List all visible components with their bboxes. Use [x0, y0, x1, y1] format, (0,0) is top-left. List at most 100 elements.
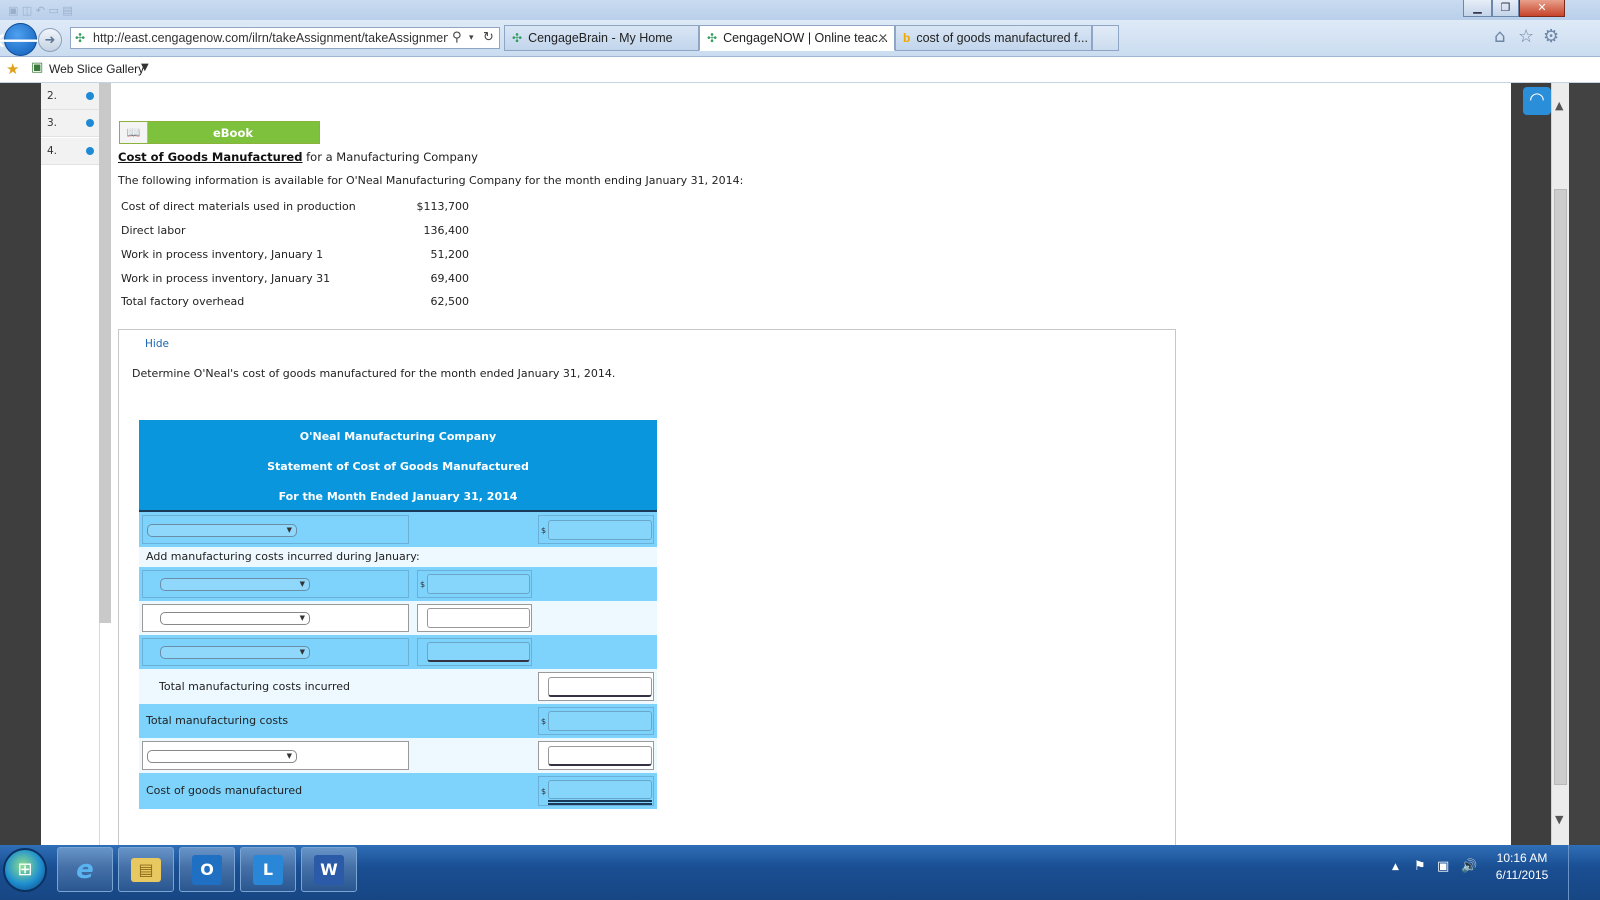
network-icon[interactable]: ▣: [1437, 859, 1449, 874]
account-dropdown[interactable]: ▼: [147, 750, 297, 763]
chevron-down-icon: ▼: [299, 580, 305, 588]
headset-help-icon[interactable]: ◠: [1523, 87, 1551, 115]
given-data-label: Work in process inventory, January 31: [121, 272, 331, 285]
statement-row-total-costs: Total manufacturing costs $: [139, 704, 657, 738]
double-underline: [548, 803, 652, 805]
given-data-value: $113,700: [416, 200, 470, 213]
status-dot-icon: [86, 119, 94, 127]
dollar-sign: $: [541, 787, 547, 796]
minimize-button[interactable]: ▁: [1463, 0, 1492, 17]
clock-date: 6/11/2015: [1495, 868, 1549, 882]
problem-intro: The following information is available f…: [118, 174, 744, 187]
taskbar-lync[interactable]: L: [240, 847, 296, 892]
question-nav-item[interactable]: 4.: [41, 138, 99, 165]
vertical-scrollbar[interactable]: ▲ ▼: [1551, 83, 1569, 845]
amount-input[interactable]: [427, 642, 530, 662]
statement-row-cogm: Cost of goods manufactured $: [139, 773, 657, 809]
close-window-button[interactable]: ✕: [1519, 0, 1565, 17]
dollar-sign: $: [420, 580, 426, 589]
label-cell: ▼: [142, 570, 409, 598]
statement-row-total-incurred: Total manufacturing costs incurred: [139, 669, 657, 704]
problem-title-link[interactable]: Cost of Goods Manufactured: [118, 150, 302, 164]
refresh-icon[interactable]: ↻: [483, 30, 494, 45]
home-icon[interactable]: ⌂: [1494, 26, 1505, 47]
total-incurred-label: Total manufacturing costs incurred: [159, 680, 351, 693]
clock-time: 10:16 AM: [1496, 851, 1548, 865]
question-number: 2.: [47, 90, 58, 102]
chevron-down-icon: ▼: [286, 752, 292, 760]
question-nav-scrollbar[interactable]: [99, 83, 111, 623]
assignment-page: 2. 3. 4. 📖 eBook Cost of Goods Manufactu…: [41, 83, 1511, 845]
amount-cell: $: [417, 570, 532, 598]
question-number: 3.: [47, 117, 58, 129]
amount-input[interactable]: [548, 780, 652, 799]
question-instruction: Determine O'Neal's cost of goods manufac…: [132, 367, 616, 380]
word-icon: W: [314, 855, 344, 885]
problem-title-rest: for a Manufacturing Company: [302, 150, 478, 164]
new-tab-button[interactable]: [1092, 25, 1119, 51]
amount-input[interactable]: [548, 677, 652, 697]
amount-cell: $: [538, 776, 654, 806]
account-dropdown[interactable]: ▼: [160, 646, 310, 659]
favorites-icon[interactable]: ★: [6, 60, 19, 78]
browser-nav-bar: 🡐 ➜ ✣ http://east.cengagenow.com/ilrn/ta…: [0, 20, 1600, 57]
favorites-star-icon[interactable]: ☆: [1518, 26, 1534, 47]
restore-button[interactable]: ❐: [1492, 0, 1519, 17]
account-dropdown[interactable]: ▼: [160, 612, 310, 625]
amount-input[interactable]: [427, 574, 530, 594]
amount-cell: $: [538, 707, 654, 735]
tab-cengagebrain[interactable]: ✣ CengageBrain - My Home: [504, 25, 699, 51]
settings-gear-icon[interactable]: ⚙: [1543, 26, 1559, 47]
show-hidden-icons-icon[interactable]: ▲: [1392, 862, 1399, 872]
search-icon[interactable]: ⚲: [452, 30, 462, 45]
close-tab-icon[interactable]: ✕: [878, 31, 888, 45]
given-data-label: Direct labor: [121, 224, 186, 237]
system-clock[interactable]: 10:16 AM 6/11/2015: [1482, 850, 1562, 884]
tab-cengagenow[interactable]: ✣ CengageNOW | Online teac... ✕: [699, 25, 895, 51]
hide-link[interactable]: Hide: [145, 338, 169, 350]
back-button[interactable]: 🡐: [0, 23, 47, 56]
address-url[interactable]: http://east.cengagenow.com/ilrn/takeAssi…: [93, 31, 448, 45]
taskbar-internet-explorer[interactable]: e: [57, 847, 113, 892]
address-dropdown-icon[interactable]: ▾: [469, 33, 474, 43]
taskbar-outlook[interactable]: O: [179, 847, 235, 892]
chevron-down-icon: ▼: [286, 526, 292, 534]
chevron-down-icon[interactable]: ▼: [141, 62, 149, 73]
amount-input[interactable]: [548, 520, 652, 540]
problem-title: Cost of Goods Manufactured for a Manufac…: [118, 150, 478, 164]
question-nav-item[interactable]: 3.: [41, 110, 99, 137]
web-slice-gallery-link[interactable]: Web Slice Gallery: [49, 62, 144, 76]
volume-icon[interactable]: 🔊: [1461, 859, 1477, 874]
statement-row-add-costs: Add manufacturing costs incurred during …: [139, 547, 657, 567]
question-nav-item[interactable]: 2.: [41, 83, 99, 110]
tab-label: CengageBrain - My Home: [528, 31, 673, 45]
show-desktop-button[interactable]: [1568, 845, 1581, 900]
address-bar[interactable]: ✣ http://east.cengagenow.com/ilrn/takeAs…: [70, 27, 500, 49]
tab-bing-search[interactable]: b cost of goods manufactured f...: [895, 25, 1092, 51]
given-data-value: 62,500: [430, 295, 470, 308]
book-icon: 📖: [120, 122, 148, 143]
ebook-button[interactable]: 📖 eBook: [119, 121, 320, 144]
label-cell: ▼: [142, 741, 409, 770]
given-data-row: Direct labor 136,400: [121, 224, 469, 246]
start-button[interactable]: ⊞: [3, 848, 47, 892]
action-center-flag-icon[interactable]: ⚑: [1414, 859, 1426, 874]
folder-icon: ▤: [131, 858, 161, 882]
scroll-up-icon[interactable]: ▲: [1555, 99, 1563, 112]
scroll-down-icon[interactable]: ▼: [1555, 813, 1563, 826]
amount-input[interactable]: [548, 746, 652, 766]
account-dropdown[interactable]: ▼: [147, 524, 297, 537]
statement-row-cost-item: ▼ $: [139, 567, 657, 601]
status-dot-icon: [86, 92, 94, 100]
amount-input[interactable]: [427, 608, 530, 628]
scroll-thumb[interactable]: [1554, 189, 1567, 785]
question-nav: 2. 3. 4.: [41, 83, 100, 845]
taskbar-file-explorer[interactable]: ▤: [118, 847, 174, 892]
amount-input[interactable]: [548, 711, 652, 731]
forward-button[interactable]: ➜: [38, 28, 62, 52]
total-costs-label: Total manufacturing costs: [146, 714, 289, 727]
lync-icon: L: [253, 855, 283, 885]
taskbar-word[interactable]: W: [301, 847, 357, 892]
account-dropdown[interactable]: ▼: [160, 578, 310, 591]
amount-cell: $: [538, 515, 654, 544]
